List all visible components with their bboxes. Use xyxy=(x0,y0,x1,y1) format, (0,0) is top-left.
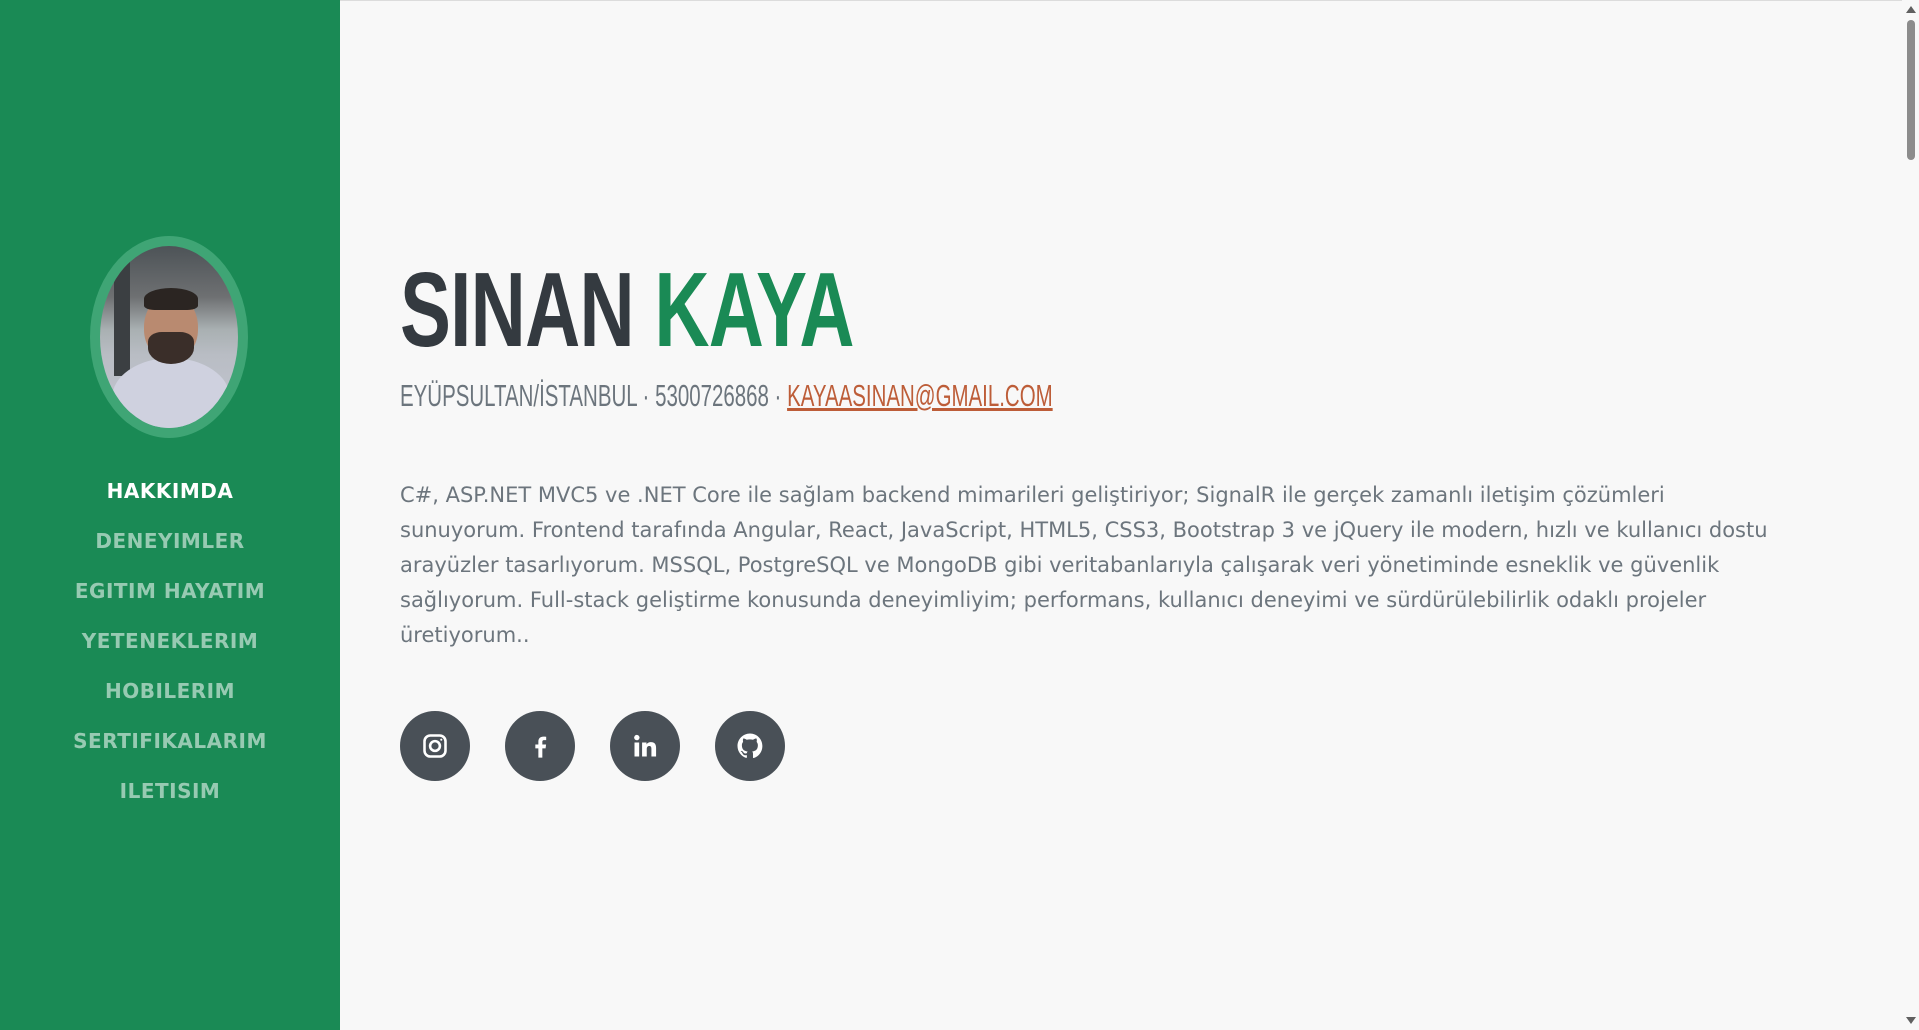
github-icon xyxy=(737,733,763,759)
contact-line: EYÜPSULTAN/İSTANBUL · 5300726868 · KAYAA… xyxy=(400,378,1053,414)
top-divider xyxy=(340,0,1919,1)
scrollbar[interactable] xyxy=(1902,0,1919,1030)
profile-photo xyxy=(100,246,238,428)
nav-item-sertifikalarim[interactable]: SERTIFIKALARIM xyxy=(0,716,340,766)
scroll-down-arrow[interactable] xyxy=(1906,1017,1916,1024)
scroll-thumb[interactable] xyxy=(1907,20,1915,160)
nav-item-iletisim[interactable]: ILETISIM xyxy=(0,766,340,816)
separator: · xyxy=(774,378,782,413)
linkedin-button[interactable] xyxy=(610,711,680,781)
sidebar-nav: HAKKIMDA DENEYIMLER EGITIM HAYATIM YETEN… xyxy=(0,466,340,816)
facebook-icon xyxy=(535,736,547,758)
first-name: SINAN xyxy=(400,251,635,369)
nav-item-yeteneklerim[interactable]: YETENEKLERIM xyxy=(0,616,340,666)
sidebar: HAKKIMDA DENEYIMLER EGITIM HAYATIM YETEN… xyxy=(0,0,340,1030)
nav-item-deneyimler[interactable]: DENEYIMLER xyxy=(0,516,340,566)
location: EYÜPSULTAN/İSTANBUL xyxy=(400,378,637,413)
separator: · xyxy=(642,378,650,413)
email-link[interactable]: KAYAASINAN@GMAIL.COM xyxy=(787,378,1053,413)
linkedin-icon xyxy=(634,734,657,757)
instagram-button[interactable] xyxy=(400,711,470,781)
scroll-up-arrow[interactable] xyxy=(1906,6,1916,13)
nav-item-hakkimda[interactable]: HAKKIMDA xyxy=(0,466,340,516)
nav-item-egitim-hayatim[interactable]: EGITIM HAYATIM xyxy=(0,566,340,616)
facebook-button[interactable] xyxy=(505,711,575,781)
page-title: SINAN KAYA xyxy=(400,255,854,365)
last-name: KAYA xyxy=(654,251,854,369)
social-links xyxy=(400,711,785,781)
phone: 5300726868 xyxy=(655,378,769,413)
nav-item-hobilerim[interactable]: HOBILERIM xyxy=(0,666,340,716)
about-description: C#, ASP.NET MVC5 ve .NET Core ile sağlam… xyxy=(400,483,1768,647)
github-button[interactable] xyxy=(715,711,785,781)
avatar xyxy=(90,236,248,438)
instagram-icon xyxy=(423,734,447,758)
